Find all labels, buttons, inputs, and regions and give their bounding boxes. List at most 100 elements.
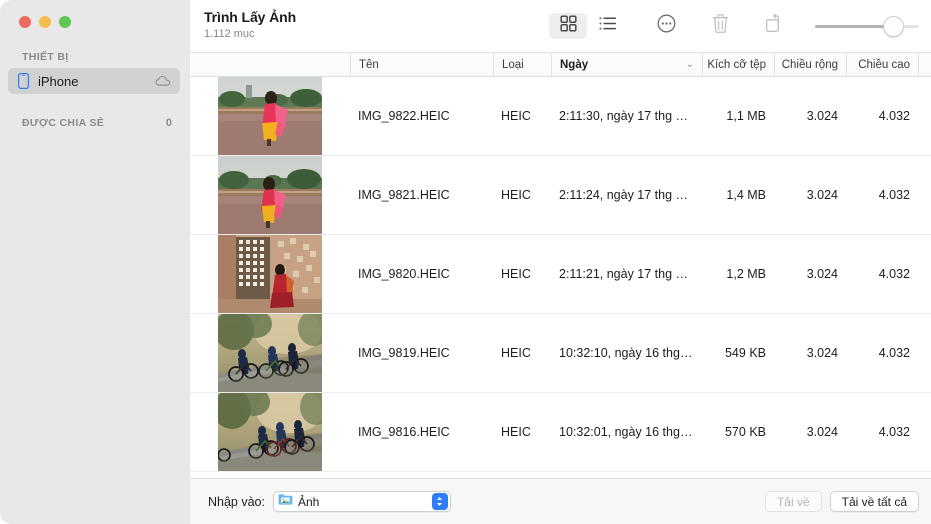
row-width: 3.024 (806, 188, 838, 202)
column-header-name-label: Tên (359, 58, 379, 71)
window-controls (0, 0, 190, 28)
column-header-thumbnail[interactable] (190, 53, 350, 76)
import-destination-popup[interactable]: Ảnh (272, 491, 451, 512)
column-header-overflow (918, 53, 931, 76)
row-filetype: HEIC (501, 267, 531, 281)
row-height: 4.032 (878, 425, 910, 439)
image-capture-window: THIẾT BỊ iPhone ĐƯỢC CHIA SẺ 0 Trình Lấy… (0, 0, 931, 524)
thumbnail-cyclists-road[interactable] (218, 393, 322, 471)
thumbnail-sari-terrace-wide[interactable] (218, 156, 322, 234)
thumbnail-size-slider[interactable] (815, 13, 919, 39)
row-date: 10:32:10, ngày 16 thg 9, … (559, 346, 702, 360)
row-thumbnail-cell (190, 156, 350, 234)
thumbnail-sari-terrace-wide[interactable] (218, 77, 322, 155)
column-header-date-label: Ngày (560, 58, 589, 71)
thumbnail-sari-lattice-window[interactable] (218, 235, 322, 313)
row-filename: IMG_9821.HEIC (358, 188, 450, 202)
thumbnail-cyclists-road[interactable] (218, 314, 322, 392)
table-row[interactable]: IMG_9819.HEIC HEIC 10:32:10, ngày 16 thg… (190, 314, 931, 393)
sidebar-item-iphone[interactable]: iPhone (8, 68, 180, 94)
grid-view-icon (559, 15, 577, 37)
iphone-icon (18, 73, 29, 89)
row-filesize: 1,4 MB (726, 188, 766, 202)
more-options-icon (657, 14, 676, 38)
slider-knob[interactable] (883, 16, 904, 37)
sidebar-section-devices: THIẾT BỊ (0, 50, 190, 64)
row-thumbnail-cell (190, 235, 350, 313)
column-header-width[interactable]: Chiều rộng (774, 53, 846, 76)
sidebar-item-iphone-label: iPhone (38, 73, 79, 89)
column-header-filesize-label: Kích cỡ tệp (707, 58, 766, 71)
delete-button[interactable] (701, 13, 739, 39)
import-destination-value: Ảnh (297, 494, 320, 509)
sidebar: THIẾT BỊ iPhone ĐƯỢC CHIA SẺ 0 (0, 0, 190, 524)
row-date: 10:32:01, ngày 16 thg 9, … (559, 425, 702, 439)
table-row[interactable]: IMG_9822.HEIC HEIC 2:11:30, ngày 17 thg … (190, 77, 931, 156)
row-filetype: HEIC (501, 425, 531, 439)
title-block: Trình Lấy Ảnh 1.112 mục (204, 9, 296, 43)
column-header-height[interactable]: Chiều cao (846, 53, 918, 76)
column-header-type-label: Loại (502, 58, 524, 71)
item-count: 1.112 mục (204, 28, 255, 40)
trash-icon (712, 14, 729, 38)
table-row[interactable]: IMG_9820.HEIC HEIC 2:11:21, ngày 17 thg … (190, 235, 931, 314)
download-button[interactable]: Tải về (764, 491, 822, 512)
row-thumbnail-cell (190, 77, 350, 155)
chevron-updown-icon[interactable] (431, 493, 448, 510)
row-filesize: 1,1 MB (726, 109, 766, 123)
file-list[interactable]: IMG_9822.HEIC HEIC 2:11:30, ngày 17 thg … (190, 77, 931, 478)
row-date: 2:11:24, ngày 17 thg 9, … (559, 188, 702, 202)
row-filetype: HEIC (501, 346, 531, 360)
row-width: 3.024 (806, 109, 838, 123)
column-header-filesize[interactable]: Kích cỡ tệp (702, 53, 774, 76)
chevron-down-icon: ⌄ (685, 58, 694, 70)
row-date: 2:11:30, ngày 17 thg 9, … (559, 109, 702, 123)
download-all-button[interactable]: Tải về tất cả (829, 491, 919, 512)
column-header-height-label: Chiều cao (858, 58, 910, 71)
sidebar-section-shared-badge: 0 (165, 117, 172, 129)
table-column-headers: Tên Loại Ngày ⌄ Kích cỡ tệp Chiều rộng C… (190, 52, 931, 77)
table-row[interactable]: IMG_9821.HEIC HEIC 2:11:24, ngày 17 thg … (190, 156, 931, 235)
row-filename: IMG_9819.HEIC (358, 346, 450, 360)
rotate-icon (765, 13, 784, 38)
row-filetype: HEIC (501, 188, 531, 202)
bottom-bar: Nhập vào: Ảnh Tải về Tải về tất cả (190, 478, 931, 524)
grid-view-button[interactable] (549, 13, 587, 39)
row-filetype: HEIC (501, 109, 531, 123)
row-filesize: 549 KB (724, 346, 766, 360)
more-options-button[interactable] (647, 13, 685, 39)
table-row[interactable]: IMG_9816.HEIC HEIC 10:32:01, ngày 16 thg… (190, 393, 931, 472)
minimize-button[interactable] (39, 16, 51, 28)
rotate-button[interactable] (755, 13, 793, 39)
cloud-icon[interactable] (155, 75, 172, 87)
row-width: 3.024 (806, 346, 838, 360)
main-panel: Trình Lấy Ảnh 1.112 mục Tên Loại Ngày ⌄ … (190, 0, 931, 524)
row-filename: IMG_9822.HEIC (358, 109, 450, 123)
column-header-type[interactable]: Loại (493, 53, 551, 76)
row-thumbnail-cell (190, 393, 350, 471)
row-width: 3.024 (806, 425, 838, 439)
slider-track-filled (815, 25, 893, 28)
sidebar-section-shared: ĐƯỢC CHIA SẺ 0 (0, 116, 190, 130)
toolbar: Trình Lấy Ảnh 1.112 mục (190, 0, 931, 52)
row-filesize: 570 KB (724, 425, 766, 439)
row-height: 4.032 (878, 267, 910, 281)
maximize-button[interactable] (59, 16, 71, 28)
column-header-date[interactable]: Ngày ⌄ (551, 53, 702, 76)
close-button[interactable] (19, 16, 31, 28)
column-header-name[interactable]: Tên (350, 53, 493, 76)
row-height: 4.032 (878, 346, 910, 360)
row-thumbnail-cell (190, 314, 350, 392)
row-filename: IMG_9820.HEIC (358, 267, 450, 281)
row-date: 2:11:21, ngày 17 thg 9, … (559, 267, 702, 281)
list-view-button[interactable] (589, 13, 627, 39)
sidebar-section-devices-label: THIẾT BỊ (22, 51, 69, 63)
toolbar-buttons (549, 13, 931, 39)
row-filename: IMG_9816.HEIC (358, 425, 450, 439)
page-title: Trình Lấy Ảnh (204, 9, 297, 25)
row-height: 4.032 (878, 109, 910, 123)
row-filesize: 1,2 MB (726, 267, 766, 281)
sidebar-section-shared-label: ĐƯỢC CHIA SẺ (22, 117, 105, 129)
list-view-icon (599, 16, 617, 36)
row-height: 4.032 (878, 188, 910, 202)
